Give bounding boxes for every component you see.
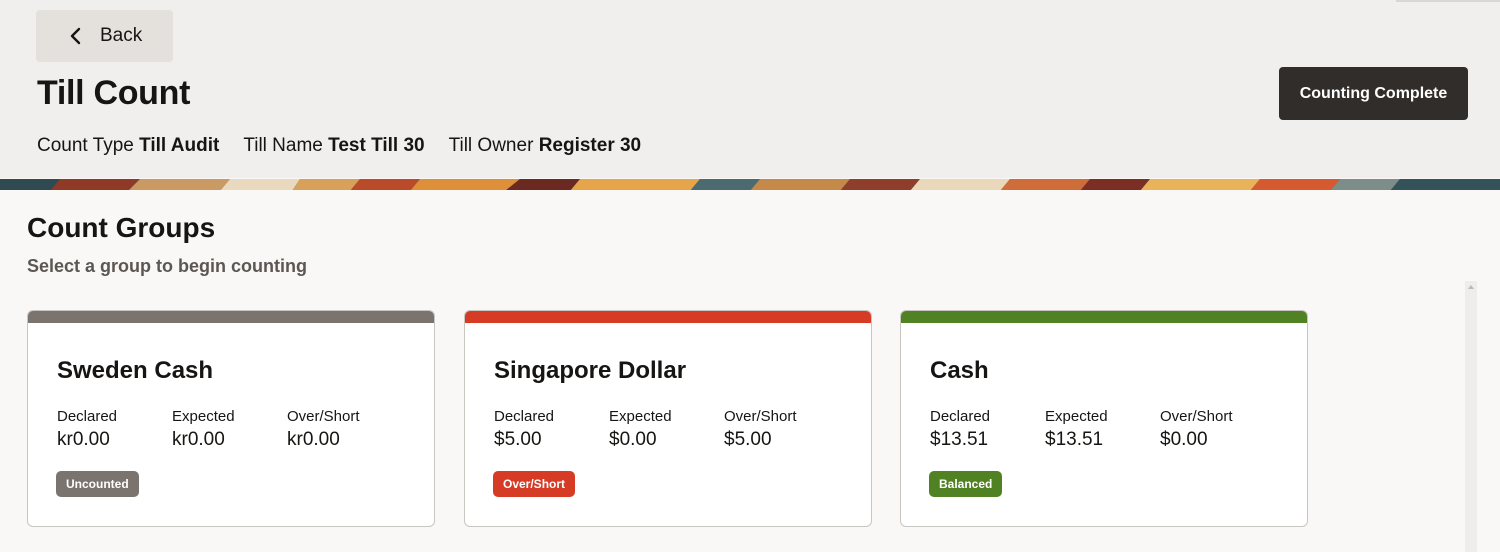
expected-value: $13.51 — [1045, 429, 1104, 450]
over-short-value: $5.00 — [724, 429, 772, 450]
till-name: Till Name Test Till 30 — [243, 135, 424, 157]
over-short-value: kr0.00 — [287, 429, 340, 450]
over-short-label: Over/Short — [724, 408, 797, 425]
back-label: Back — [100, 25, 143, 46]
status-badge: Balanced — [929, 471, 1003, 497]
over-short-stat: Over/Short $5.00 — [724, 409, 797, 451]
over-short-stat: Over/Short $0.00 — [1160, 409, 1233, 451]
over-short-label: Over/Short — [1160, 408, 1233, 425]
card-status-bar — [28, 311, 434, 323]
till-owner-label: Till Owner — [448, 135, 534, 156]
expected-value: $0.00 — [609, 429, 657, 450]
vertical-scrollbar[interactable] — [1465, 281, 1477, 552]
expected-value: kr0.00 — [172, 429, 225, 450]
chevron-left-icon — [67, 27, 85, 45]
declared-value: $5.00 — [494, 429, 542, 450]
over-short-stat: Over/Short kr0.00 — [287, 409, 360, 451]
declared-label: Declared — [494, 408, 555, 425]
card-title: Cash — [930, 357, 989, 384]
top-edge-line — [1396, 0, 1500, 2]
card-status-bar — [901, 311, 1307, 323]
declared-stat: Declared $13.51 — [930, 409, 990, 451]
section-title: Count Groups — [27, 212, 216, 243]
count-type-label: Count Type — [37, 135, 134, 156]
card-status-bar — [465, 311, 871, 323]
till-owner-value: Register 30 — [538, 135, 642, 156]
back-button[interactable]: Back — [36, 10, 173, 62]
declared-stat: Declared kr0.00 — [57, 409, 117, 451]
over-short-value: $0.00 — [1160, 429, 1208, 450]
count-group-card-sweden-cash[interactable]: Sweden Cash Declared kr0.00 Expected kr0… — [27, 310, 435, 527]
declared-label: Declared — [57, 408, 118, 425]
till-name-value: Test Till 30 — [328, 135, 425, 156]
till-meta: Count Type Till Audit Till Name Test Til… — [37, 135, 641, 157]
declared-value: $13.51 — [930, 429, 989, 450]
card-title: Singapore Dollar — [494, 357, 687, 384]
count-group-card-singapore-dollar[interactable]: Singapore Dollar Declared $5.00 Expected… — [464, 310, 872, 527]
expected-stat: Expected kr0.00 — [172, 409, 235, 451]
scroll-up-arrow-icon[interactable] — [1468, 285, 1474, 289]
till-name-label: Till Name — [243, 135, 323, 156]
till-owner: Till Owner Register 30 — [449, 135, 642, 157]
decorative-banner — [0, 178, 1500, 190]
counting-complete-button[interactable]: Counting Complete — [1279, 67, 1468, 120]
expected-label: Expected — [609, 408, 672, 425]
count-type: Count Type Till Audit — [37, 135, 219, 157]
count-type-value: Till Audit — [139, 135, 220, 156]
declared-label: Declared — [930, 408, 991, 425]
count-group-card-cash[interactable]: Cash Declared $13.51 Expected $13.51 Ove… — [900, 310, 1308, 527]
page-header: Back Till Count Counting Complete Count … — [0, 0, 1500, 178]
over-short-label: Over/Short — [287, 408, 360, 425]
status-badge: Uncounted — [56, 471, 139, 497]
card-title: Sweden Cash — [57, 357, 214, 384]
expected-stat: Expected $13.51 — [1045, 409, 1108, 451]
declared-value: kr0.00 — [57, 429, 110, 450]
status-badge: Over/Short — [493, 471, 576, 497]
declared-stat: Declared $5.00 — [494, 409, 554, 451]
expected-label: Expected — [172, 408, 235, 425]
page-title: Till Count — [37, 74, 191, 112]
expected-label: Expected — [1045, 408, 1108, 425]
section-subtitle: Select a group to begin counting — [27, 256, 308, 276]
expected-stat: Expected $0.00 — [609, 409, 672, 451]
